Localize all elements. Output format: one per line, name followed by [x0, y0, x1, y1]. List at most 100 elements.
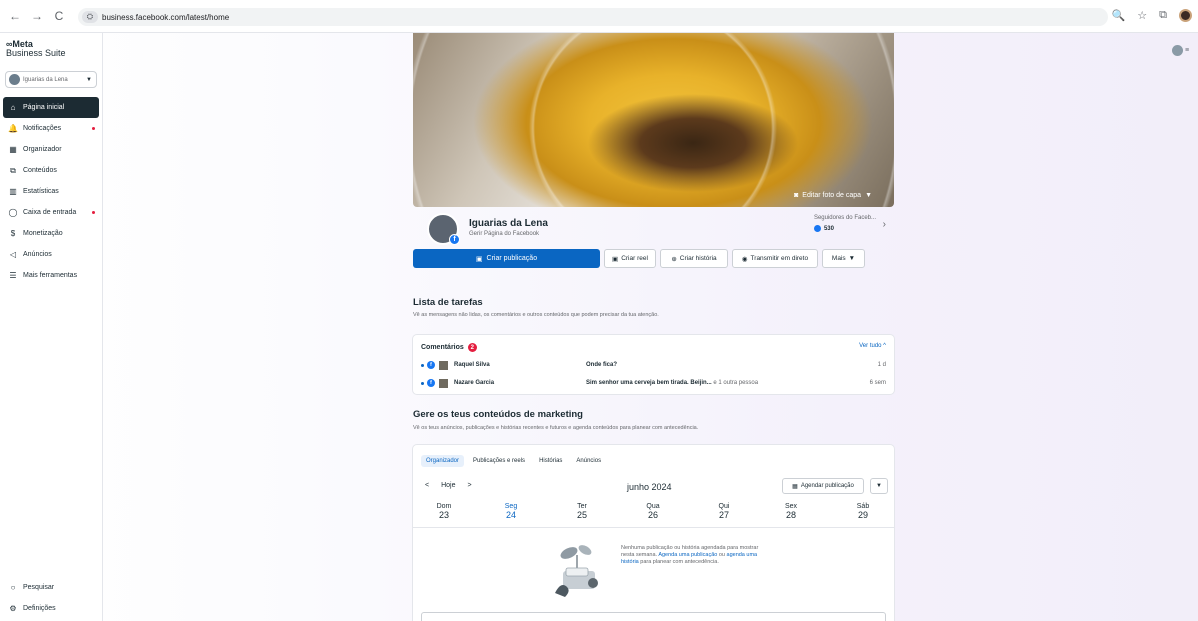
cover-photo: ◙ Editar foto de capa ▼: [413, 33, 894, 207]
avatar: [1172, 44, 1183, 56]
today-button[interactable]: Hoje: [441, 482, 455, 489]
facebook-icon: [813, 225, 821, 232]
edit-cover-label: Editar foto de capa: [802, 192, 862, 199]
avatar: [439, 378, 448, 388]
page-subtitle[interactable]: Gerir Página do Facebook: [469, 231, 539, 237]
site-info-icon[interactable]: ⛭: [82, 11, 98, 23]
sidebar-item-search[interactable]: ○ Pesquisar: [3, 577, 99, 598]
page-avatar[interactable]: f: [427, 213, 460, 245]
sidebar-item-label: Mais ferramentas: [23, 272, 78, 279]
see-more-button[interactable]: [421, 612, 886, 621]
chevron-down-icon: ▼: [876, 483, 882, 489]
reload-icon[interactable]: C: [48, 9, 70, 23]
comment-message: Onde fica?: [586, 362, 878, 368]
create-post-button[interactable]: ▣ Criar publicação: [413, 249, 600, 268]
address-bar[interactable]: ⛭ business.facebook.com/latest/home: [78, 8, 1108, 26]
comment-row[interactable]: f Raquel Silva Onde fica? 1 d: [421, 359, 886, 371]
browser-profile-avatar[interactable]: [1179, 9, 1192, 22]
compose-icon: ▣: [475, 255, 483, 263]
calendar-icon: ▦: [792, 483, 798, 490]
browser-toolbar: ← → C ⛭ business.facebook.com/latest/hom…: [0, 0, 1198, 33]
create-story-label: Criar história: [679, 255, 717, 262]
see-all-link[interactable]: Ver tudo ^: [859, 343, 886, 349]
create-reel-label: Criar reel: [621, 255, 648, 262]
empty-text-part: ou: [718, 552, 725, 558]
marketing-title: Gere os teus conteúdos de marketing: [413, 409, 583, 420]
url-text[interactable]: business.facebook.com/latest/home: [102, 13, 229, 22]
sidebar: ∞Meta Business Suite Iguarias da Lena ▼ …: [0, 33, 103, 621]
day-column[interactable]: Qua 26: [636, 503, 670, 520]
page-name[interactable]: Iguarias da Lena: [469, 218, 548, 229]
camera-icon: ◙: [794, 192, 799, 199]
sidebar-item-monetization[interactable]: $ Monetização: [3, 223, 99, 244]
sidebar-bottom: ○ Pesquisar ⚙ Definições: [3, 577, 99, 619]
comment-message: Sim senhor uma cerveja bem tirada. Beiji…: [586, 380, 870, 386]
account-menu[interactable]: ≡: [1172, 43, 1190, 57]
bookmark-star-icon[interactable]: ☆: [1137, 9, 1147, 22]
tab-posts-reels[interactable]: Publicações e reels: [468, 455, 530, 467]
chevron-right-icon: ›: [882, 219, 886, 230]
sidebar-item-label: Estatísticas: [23, 188, 59, 195]
chart-icon: ▥: [9, 187, 17, 196]
schedule-post-label: Agendar publicação: [800, 483, 854, 489]
sidebar-item-insights[interactable]: ▥ Estatísticas: [3, 181, 99, 202]
tab-ads[interactable]: Anúncios: [571, 455, 606, 467]
sidebar-item-home[interactable]: ⌂ Página inicial: [3, 97, 99, 118]
chevron-left-icon[interactable]: <: [425, 482, 429, 489]
chevron-up-icon: ^: [883, 343, 886, 349]
comments-count-badge: 2: [467, 343, 477, 352]
sidebar-item-settings[interactable]: ⚙ Definições: [3, 598, 99, 619]
sidebar-item-planner[interactable]: ▦ Organizador: [3, 139, 99, 160]
day-column[interactable]: Qui 27: [707, 503, 741, 520]
sidebar-item-content[interactable]: ⧉ Conteúdos: [3, 160, 99, 181]
day-number: 24: [505, 510, 516, 520]
account-switcher[interactable]: Iguarias da Lena ▼: [5, 71, 97, 88]
create-reel-button[interactable]: ▣ Criar reel: [604, 249, 656, 268]
search-icon: ○: [10, 583, 16, 592]
sidebar-item-more-tools[interactable]: ☰ Mais ferramentas: [3, 265, 99, 286]
tab-stories[interactable]: Histórias: [534, 455, 567, 467]
schedule-options-button[interactable]: ▼: [870, 478, 888, 494]
forward-icon[interactable]: →: [26, 9, 48, 23]
sidebar-item-inbox[interactable]: ◯ Caixa de entrada: [3, 202, 99, 223]
meta-logo[interactable]: ∞Meta Business Suite: [6, 40, 66, 58]
home-icon: ⌂: [10, 103, 16, 112]
comment-text: Sim senhor uma cerveja bem tirada. Beiji…: [586, 380, 712, 386]
go-live-button[interactable]: ◉ Transmitir em direto: [732, 249, 818, 268]
day-column[interactable]: Seg 24: [494, 503, 528, 520]
empty-text-part: para planear com antecedência.: [640, 559, 719, 565]
zoom-icon[interactable]: 🔍: [1112, 9, 1126, 22]
chevron-right-icon[interactable]: >: [468, 482, 472, 489]
marketing-tabs: Organizador Publicações e reels História…: [421, 455, 606, 467]
sidebar-item-ads[interactable]: ◁ Anúncios: [3, 244, 99, 265]
schedule-post-link[interactable]: Agenda uma publicação: [658, 552, 717, 558]
empty-state-text: Nenhuma publicação ou história agendada …: [621, 545, 773, 566]
comment-text: Onde fica?: [586, 362, 618, 368]
schedule-post-button[interactable]: ▦ Agendar publicação: [782, 478, 864, 494]
tab-planner[interactable]: Organizador: [421, 455, 465, 467]
calendar-month: junho 2024: [627, 482, 672, 492]
empty-calendar-illustration: [555, 545, 598, 597]
more-button[interactable]: Mais ▼: [822, 249, 865, 268]
cover-photo-texture: [413, 33, 894, 207]
day-column[interactable]: Dom 23: [427, 503, 461, 520]
create-story-button[interactable]: ⊕ Criar história: [660, 249, 728, 268]
comments-label: Comentários: [421, 344, 464, 351]
facebook-icon: f: [449, 234, 460, 245]
day-number: 29: [857, 510, 868, 520]
marketing-card: Organizador Publicações e reels História…: [413, 445, 894, 621]
extensions-icon[interactable]: ⧉: [1159, 9, 1167, 22]
followers-summary[interactable]: Seguidores do Faceb... 530 ›: [813, 215, 886, 232]
day-column[interactable]: Sex 28: [774, 503, 808, 520]
back-icon[interactable]: ←: [4, 9, 26, 23]
sidebar-item-notifications[interactable]: 🔔 Notificações: [3, 118, 99, 139]
edit-cover-button[interactable]: ◙ Editar foto de capa ▼: [794, 192, 872, 199]
unread-dot: [92, 211, 95, 214]
comment-row[interactable]: f Nazare Garcia Sim senhor uma cerveja b…: [421, 377, 886, 389]
sidebar-item-label: Anúncios: [23, 251, 52, 258]
day-column[interactable]: Sáb 29: [846, 503, 880, 520]
page-identity: f Iguarias da Lena Gerir Página do Faceb…: [413, 207, 894, 251]
day-column[interactable]: Ter 25: [565, 503, 599, 520]
calendar-icon: ▦: [9, 145, 17, 154]
comment-others: e 1 outra pessoa: [713, 380, 759, 386]
